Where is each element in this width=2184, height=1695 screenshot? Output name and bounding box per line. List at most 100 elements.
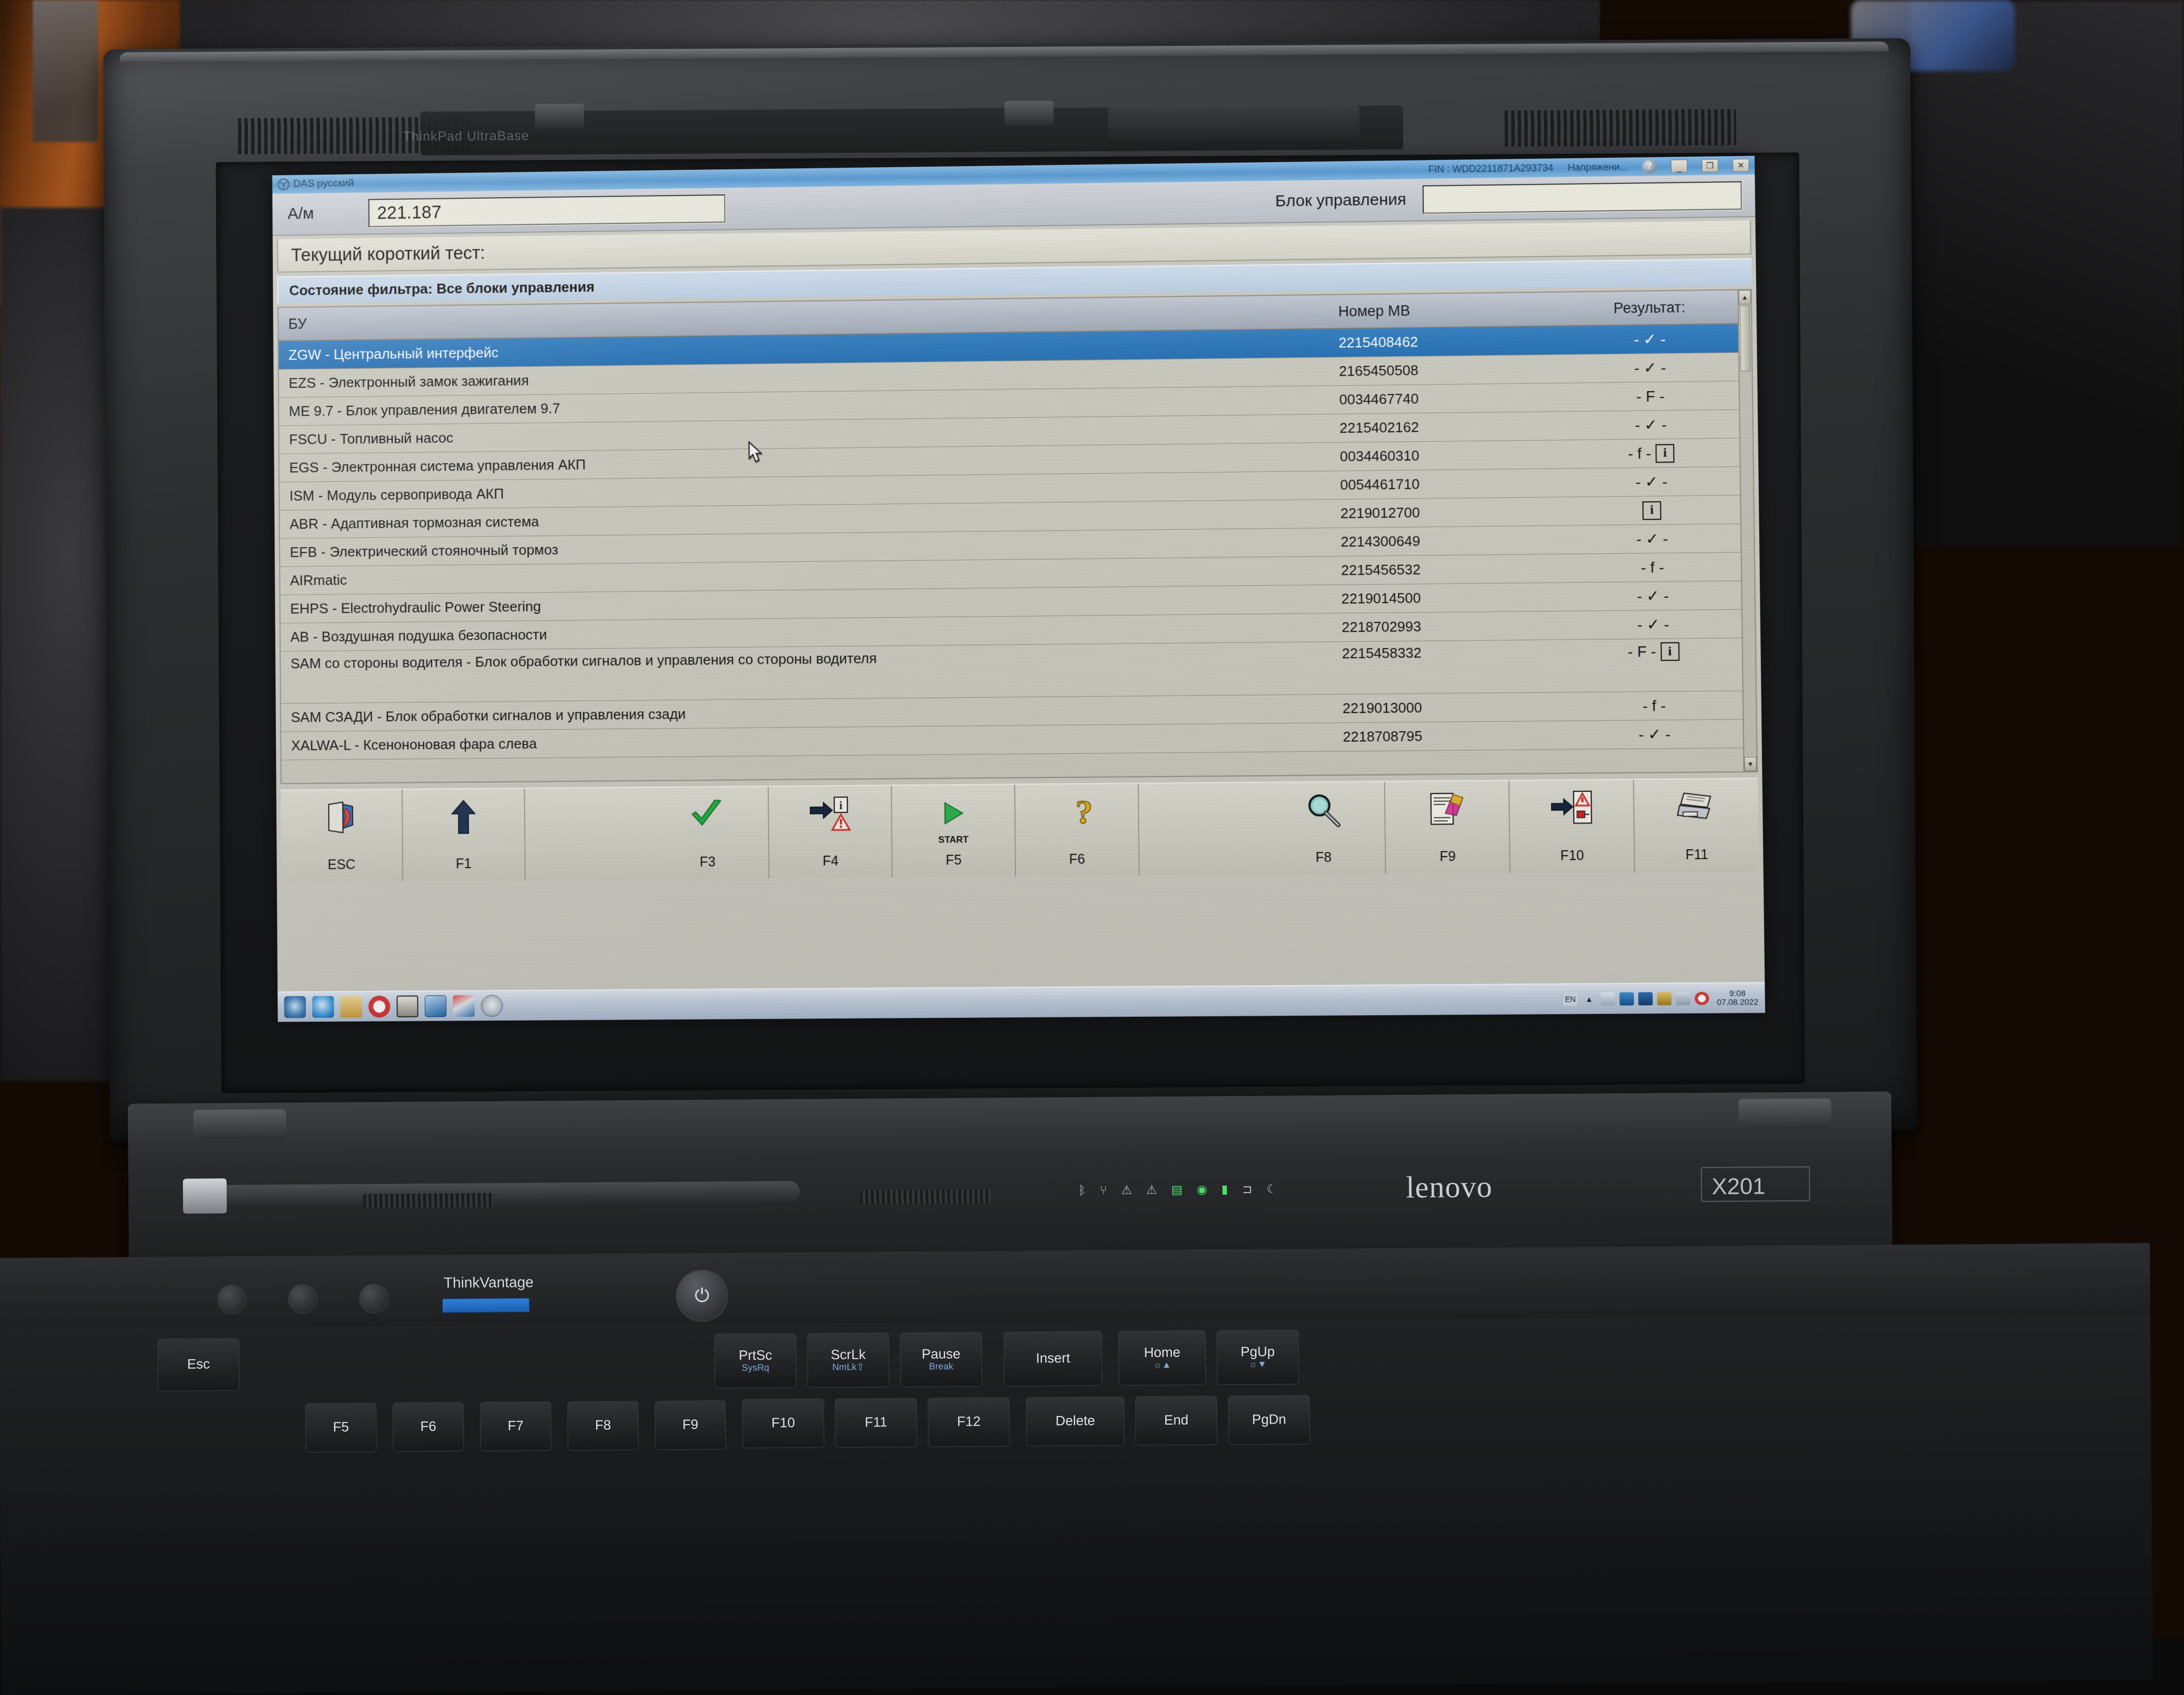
key-home[interactable]: Home ☼▲ (1118, 1330, 1206, 1385)
thinkvantage-button[interactable] (442, 1298, 530, 1313)
scroll-down-icon[interactable]: ▼ (1744, 757, 1757, 771)
column-header-mb: Номер МВ (1331, 300, 1562, 320)
key-f5[interactable]: F5 (305, 1403, 377, 1453)
tray-network-icon[interactable] (1619, 992, 1634, 1005)
exit-door-icon (327, 797, 356, 839)
taskbar-clock[interactable]: 9:08 07.08.2022 (1713, 989, 1759, 1007)
cell-mb-number: 2218708795 (1335, 727, 1566, 746)
laptop-screen: DAS русский FIN : WDD2211871A293734 Напр… (272, 156, 1765, 1022)
function-key-f8[interactable]: F8 (1261, 782, 1386, 875)
taskbar-monitor-icon[interactable] (396, 995, 418, 1017)
goto-fault-icon: i (809, 793, 851, 836)
scroll-thumb[interactable] (1740, 305, 1751, 371)
tray-media-icon[interactable] (1638, 992, 1653, 1005)
close-button[interactable]: ✕ (1732, 159, 1749, 172)
key-f12[interactable]: F12 (928, 1397, 1010, 1447)
key-f9[interactable]: F9 (655, 1400, 726, 1450)
cell-mb-number: 2215456532 (1333, 560, 1564, 579)
cell-result: - F - (1562, 387, 1738, 406)
column-header-result: Результат: (1561, 298, 1737, 317)
volume-down-button[interactable] (288, 1284, 318, 1314)
result-glyph: - F - (1636, 387, 1665, 405)
info-icon[interactable]: i (1642, 501, 1661, 520)
help-icon[interactable]: ? (1642, 159, 1657, 174)
wwan-led-icon: ⚠ (1121, 1183, 1132, 1197)
scroll-up-icon[interactable]: ▲ (1738, 290, 1751, 304)
taskbar-mercedes-star-icon[interactable] (284, 996, 306, 1018)
control-unit-field[interactable] (1422, 181, 1742, 214)
clock-time: 9:08 (1717, 989, 1758, 998)
thinkvantage-label: ThinkVantage (443, 1274, 533, 1291)
tray-no-entry-icon[interactable] (1695, 992, 1710, 1005)
vehicle-model-field[interactable]: 221.187 (369, 194, 726, 227)
key-esc[interactable]: Esc (157, 1338, 240, 1391)
tray-arrow-icon[interactable]: ▲ (1582, 992, 1597, 1005)
function-key-f1[interactable]: F1 (402, 789, 525, 881)
cell-result: - f - (1564, 558, 1741, 577)
key-scrlk[interactable]: ScrLk NmLk⇧ (807, 1332, 889, 1388)
table-body: ZGW - Центральный интерфейс2215408462- ✓… (278, 324, 1743, 783)
function-key-label: F3 (699, 855, 715, 870)
info-icon[interactable]: i (1655, 444, 1675, 463)
function-key-f4[interactable]: iF4 (769, 786, 893, 879)
cell-ecu-name: ISM - Модуль сервопривода АКП (280, 476, 1332, 505)
key-pgdn[interactable]: PgDn (1228, 1395, 1310, 1445)
result-glyph: - ✓ - (1637, 586, 1669, 605)
taskbar-tools-icon[interactable] (453, 995, 474, 1017)
cell-result: - ✓ - (1566, 725, 1743, 744)
function-key-f3[interactable]: F3 (646, 787, 770, 880)
key-f11[interactable]: F11 (835, 1398, 917, 1448)
taskbar-network-icon[interactable] (425, 995, 447, 1017)
printer-icon (1675, 786, 1718, 829)
key-prtsc[interactable]: PrtSc SysRq (714, 1334, 797, 1389)
fin-label: FIN : WDD2211871A293734 (1428, 162, 1553, 175)
key-f8[interactable]: F8 (567, 1401, 639, 1451)
status-led-row: ᛒ ⑂ ⚠ ⚠ ▤ ◉ ▮ ⊐ ☾ (1078, 1182, 1277, 1198)
cell-ecu-name: AB - Воздушная подушка безопасности (281, 619, 1334, 646)
restore-button[interactable]: ❐ (1702, 159, 1719, 172)
key-f10[interactable]: F10 (742, 1398, 824, 1448)
volume-mute-button[interactable] (217, 1285, 247, 1314)
scroll-track[interactable] (1740, 372, 1756, 757)
minimize-glyph: _ (1677, 164, 1682, 172)
taskbar-internet-explorer-icon[interactable] (312, 996, 334, 1018)
key-end[interactable]: End (1135, 1396, 1218, 1445)
question-mark-icon: ? (1061, 791, 1092, 834)
title-bar-right: FIN : WDD2211871A293734 Напряжени... ? _… (1428, 158, 1753, 176)
function-key-esc[interactable]: ESC (281, 790, 403, 882)
cell-mb-number: 2219014500 (1333, 588, 1564, 607)
tray-volume-icon[interactable] (1601, 992, 1616, 1005)
key-delete[interactable]: Delete (1026, 1396, 1125, 1446)
key-f7[interactable]: F7 (480, 1402, 551, 1451)
key-break-label: Break (929, 1362, 953, 1372)
app-title: DAS русский (293, 177, 354, 190)
ecu-table: БУ Номер МВ Результат: ZGW - Центральный… (277, 289, 1758, 784)
volume-up-button[interactable] (359, 1284, 389, 1313)
cell-result: - ✓ - (1562, 358, 1738, 378)
key-pgup[interactable]: PgUp ☼▼ (1216, 1330, 1299, 1385)
model-badge: X201 (1712, 1173, 1765, 1200)
key-pause[interactable]: Pause Break (900, 1332, 982, 1387)
taskbar-mercedes-das-icon[interactable] (481, 995, 503, 1017)
cell-ecu-name: ABR - Адаптивная тормозная система (280, 505, 1333, 533)
taskbar-folder-icon[interactable] (340, 996, 362, 1018)
function-key-f9[interactable]: F9 (1385, 781, 1511, 874)
cell-mb-number: 2218702993 (1334, 617, 1565, 636)
info-icon[interactable]: i (1660, 642, 1679, 661)
key-f6[interactable]: F6 (393, 1402, 464, 1452)
cell-result: - f - (1566, 696, 1743, 715)
power-button[interactable]: ⏻ (675, 1269, 728, 1322)
tray-disk-icon[interactable] (1676, 992, 1690, 1005)
cell-mb-number: 2215402162 (1332, 417, 1563, 437)
minimize-button[interactable]: _ (1671, 159, 1688, 173)
function-key-f5[interactable]: STARTF5 (892, 785, 1016, 878)
key-insert[interactable]: Insert (1004, 1331, 1102, 1386)
function-key-f6[interactable]: ?F6 (1015, 784, 1140, 876)
tray-language-en-icon[interactable]: EN (1563, 993, 1578, 1006)
result-glyph: - ✓ - (1635, 416, 1667, 434)
function-key-f10[interactable]: F10 (1510, 780, 1635, 873)
taskbar-no-entry-icon[interactable] (369, 995, 390, 1017)
function-key-f11[interactable]: F11 (1634, 779, 1759, 872)
tray-shield-icon[interactable] (1657, 992, 1672, 1005)
lid-top-edge (120, 42, 1889, 62)
